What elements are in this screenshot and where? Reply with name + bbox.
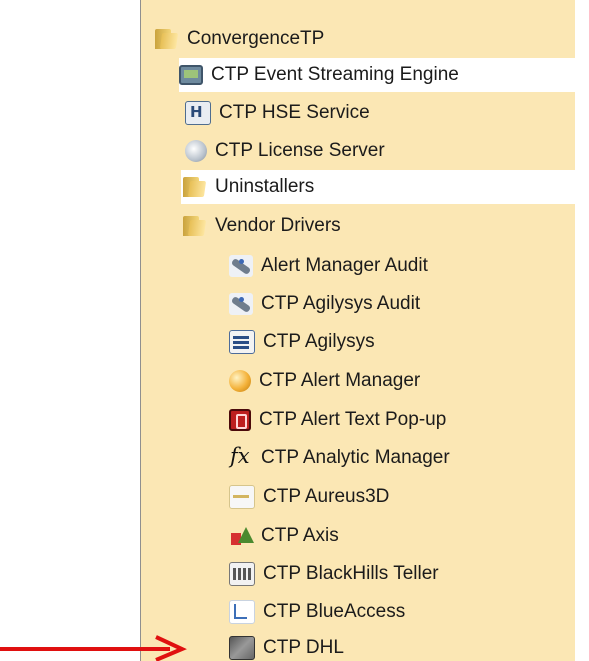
start-menu-program-list: ConvergenceTP CTP Event Streaming Engine… bbox=[140, 0, 575, 661]
folder-icon bbox=[181, 216, 207, 236]
menu-item-label: CTP Axis bbox=[261, 525, 339, 546]
menu-item-ctp-dhl[interactable]: CTP DHL bbox=[229, 631, 344, 661]
menu-item-convergencetp-folder[interactable]: ConvergenceTP bbox=[153, 22, 324, 56]
menu-item-label: CTP Aureus3D bbox=[263, 486, 390, 507]
alert-text-icon bbox=[229, 409, 251, 431]
menu-item-ctp-hse-service[interactable]: CTP HSE Service bbox=[185, 96, 370, 130]
menu-item-ctp-license-server[interactable]: CTP License Server bbox=[185, 134, 385, 168]
bank-icon bbox=[229, 562, 255, 586]
menu-item-label: Alert Manager Audit bbox=[261, 255, 428, 276]
menu-item-label: CTP Event Streaming Engine bbox=[211, 64, 459, 85]
menu-item-label: CTP Agilysys bbox=[263, 331, 375, 352]
monitor-app-icon bbox=[179, 65, 203, 85]
fx-function-icon: fx bbox=[230, 444, 250, 468]
red-pointer-arrow-icon bbox=[0, 635, 187, 661]
menu-item-label: CTP BlackHills Teller bbox=[263, 563, 439, 584]
menu-item-ctp-event-streaming-engine[interactable]: CTP Event Streaming Engine bbox=[179, 58, 575, 92]
menu-item-ctp-blueaccess[interactable]: CTP BlueAccess bbox=[229, 595, 405, 629]
aureus3d-icon bbox=[229, 485, 255, 509]
menu-item-ctp-alert-manager[interactable]: CTP Alert Manager bbox=[229, 364, 420, 398]
menu-item-label: CTP BlueAccess bbox=[263, 601, 406, 622]
menu-item-label: CTP License Server bbox=[215, 140, 385, 161]
menu-item-uninstallers-folder[interactable]: Uninstallers bbox=[181, 170, 575, 204]
menu-item-ctp-agilysys[interactable]: CTP Agilysys bbox=[229, 325, 375, 359]
license-server-icon bbox=[185, 140, 207, 162]
satellite-icon bbox=[229, 255, 253, 277]
folder-icon bbox=[153, 29, 179, 49]
menu-item-label: Uninstallers bbox=[215, 176, 315, 197]
menu-item-label: CTP Analytic Manager bbox=[261, 447, 450, 468]
menu-item-alert-manager-audit[interactable]: Alert Manager Audit bbox=[229, 249, 428, 283]
satellite-icon bbox=[229, 293, 253, 315]
dhl-icon bbox=[229, 636, 255, 660]
menu-item-ctp-analytic-manager[interactable]: fx CTP Analytic Manager bbox=[229, 441, 450, 475]
menu-item-label: CTP Alert Text Pop-up bbox=[259, 409, 447, 430]
menu-item-label: CTP Alert Manager bbox=[259, 370, 421, 391]
folder-icon bbox=[181, 177, 207, 197]
hse-service-icon bbox=[185, 101, 211, 125]
menu-item-label: Vendor Drivers bbox=[215, 215, 341, 236]
menu-item-label: CTP HSE Service bbox=[219, 102, 370, 123]
agilysys-icon bbox=[229, 330, 255, 354]
menu-item-ctp-aureus3d[interactable]: CTP Aureus3D bbox=[229, 480, 389, 514]
menu-item-vendor-drivers-folder[interactable]: Vendor Drivers bbox=[181, 209, 341, 243]
axis-icon bbox=[229, 525, 254, 547]
menu-item-label: CTP Agilysys Audit bbox=[261, 293, 421, 314]
menu-item-label: CTP DHL bbox=[263, 637, 344, 658]
menu-item-ctp-axis[interactable]: CTP Axis bbox=[229, 519, 339, 553]
alert-manager-icon bbox=[229, 370, 251, 392]
menu-top-partial-row bbox=[141, 0, 575, 18]
menu-item-ctp-agilysys-audit[interactable]: CTP Agilysys Audit bbox=[229, 287, 420, 321]
menu-item-label: ConvergenceTP bbox=[187, 28, 325, 49]
menu-item-ctp-blackhills-teller[interactable]: CTP BlackHills Teller bbox=[229, 557, 439, 591]
blueaccess-icon bbox=[229, 600, 255, 624]
menu-item-ctp-alert-text-popup[interactable]: CTP Alert Text Pop-up bbox=[229, 403, 446, 437]
